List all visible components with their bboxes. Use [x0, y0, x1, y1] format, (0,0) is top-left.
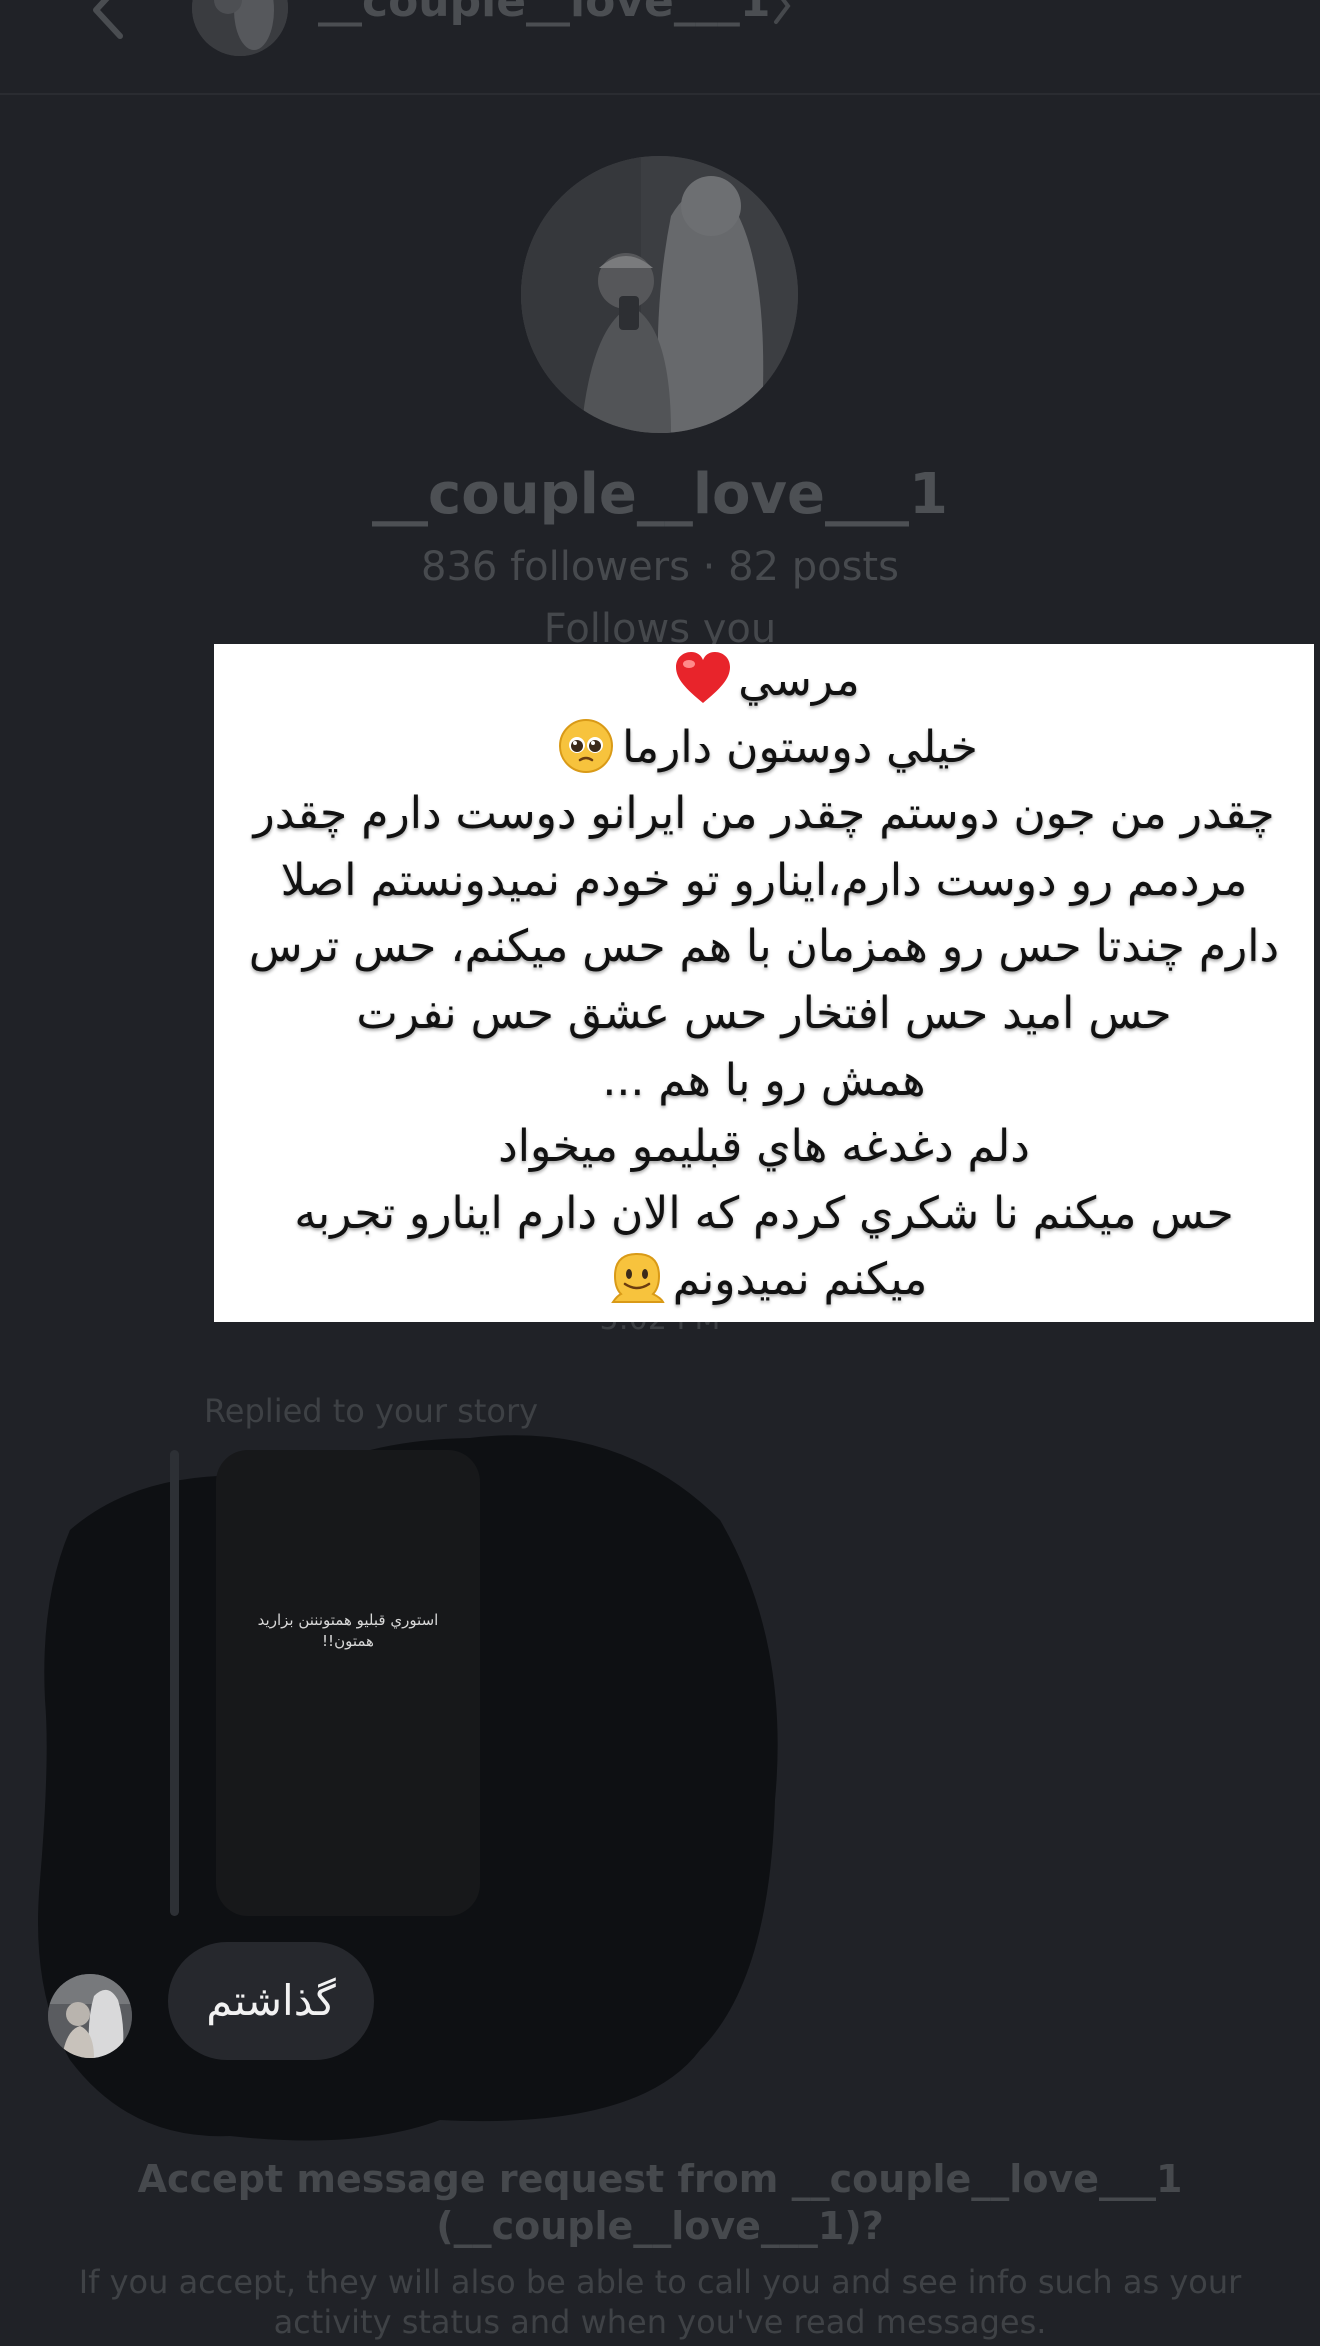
pleading-face-icon [559, 718, 614, 773]
overlay-line: همش رو با هم ... [602, 1054, 926, 1106]
overlay-line: مرسي [214, 648, 1314, 715]
replied-to-story-label: Replied to your story [204, 1392, 539, 1430]
sender-photo-icon [48, 1974, 132, 2058]
message-text: گذاشتم [206, 1976, 336, 2025]
accept-request-description: If you accept, they will also be able to… [78, 2263, 1242, 2341]
overlay-text: مرسي خيلي دوستون دارما چقدر من جون دوستم… [214, 644, 1314, 1314]
overlay-text-box: مرسي خيلي دوستون دارما چقدر من جون دوستم… [214, 644, 1314, 1322]
story-preview-text: استوري قبليو همتونننن بزاريد همتون!! [257, 1611, 439, 1650]
overlay-line: خيلي دوستون دارما [214, 715, 1314, 782]
message-bubble[interactable]: گذاشتم [168, 1942, 374, 2060]
sender-avatar[interactable] [48, 1974, 132, 2058]
accept-request-title: Accept message request from __couple__lo… [137, 2157, 1183, 2248]
red-heart-icon [676, 652, 731, 703]
overlay-line: دارم چندتا حس رو همزمان با هم حس میکنم، … [248, 921, 1280, 973]
overlay-line: مردمم رو دوست دارم،اینارو تو خودم نمیدون… [280, 854, 1248, 906]
overlay-line: چقدر من جون دوستم چقدر من ایرانو دوست دا… [253, 788, 1275, 840]
reply-indicator-bar [170, 1450, 179, 1916]
message-request-screen: __couple__love___1 __couple__love___1 83… [0, 0, 1320, 2346]
overlay-line: حس میکنم نا شکري کردم که الان دارم اینار… [294, 1187, 1234, 1239]
melting-face-icon [610, 1253, 665, 1304]
story-preview-card[interactable]: استوري قبليو همتونننن بزاريد همتون!! [216, 1450, 480, 1916]
overlay-line: میکنم نمیدونم [214, 1247, 1314, 1314]
overlay-line: حس امید حس افتخار حس عشق حس نفرت [356, 987, 1172, 1039]
overlay-line: دلم دغدغه هاي قبليمو ميخواد [498, 1121, 1030, 1173]
